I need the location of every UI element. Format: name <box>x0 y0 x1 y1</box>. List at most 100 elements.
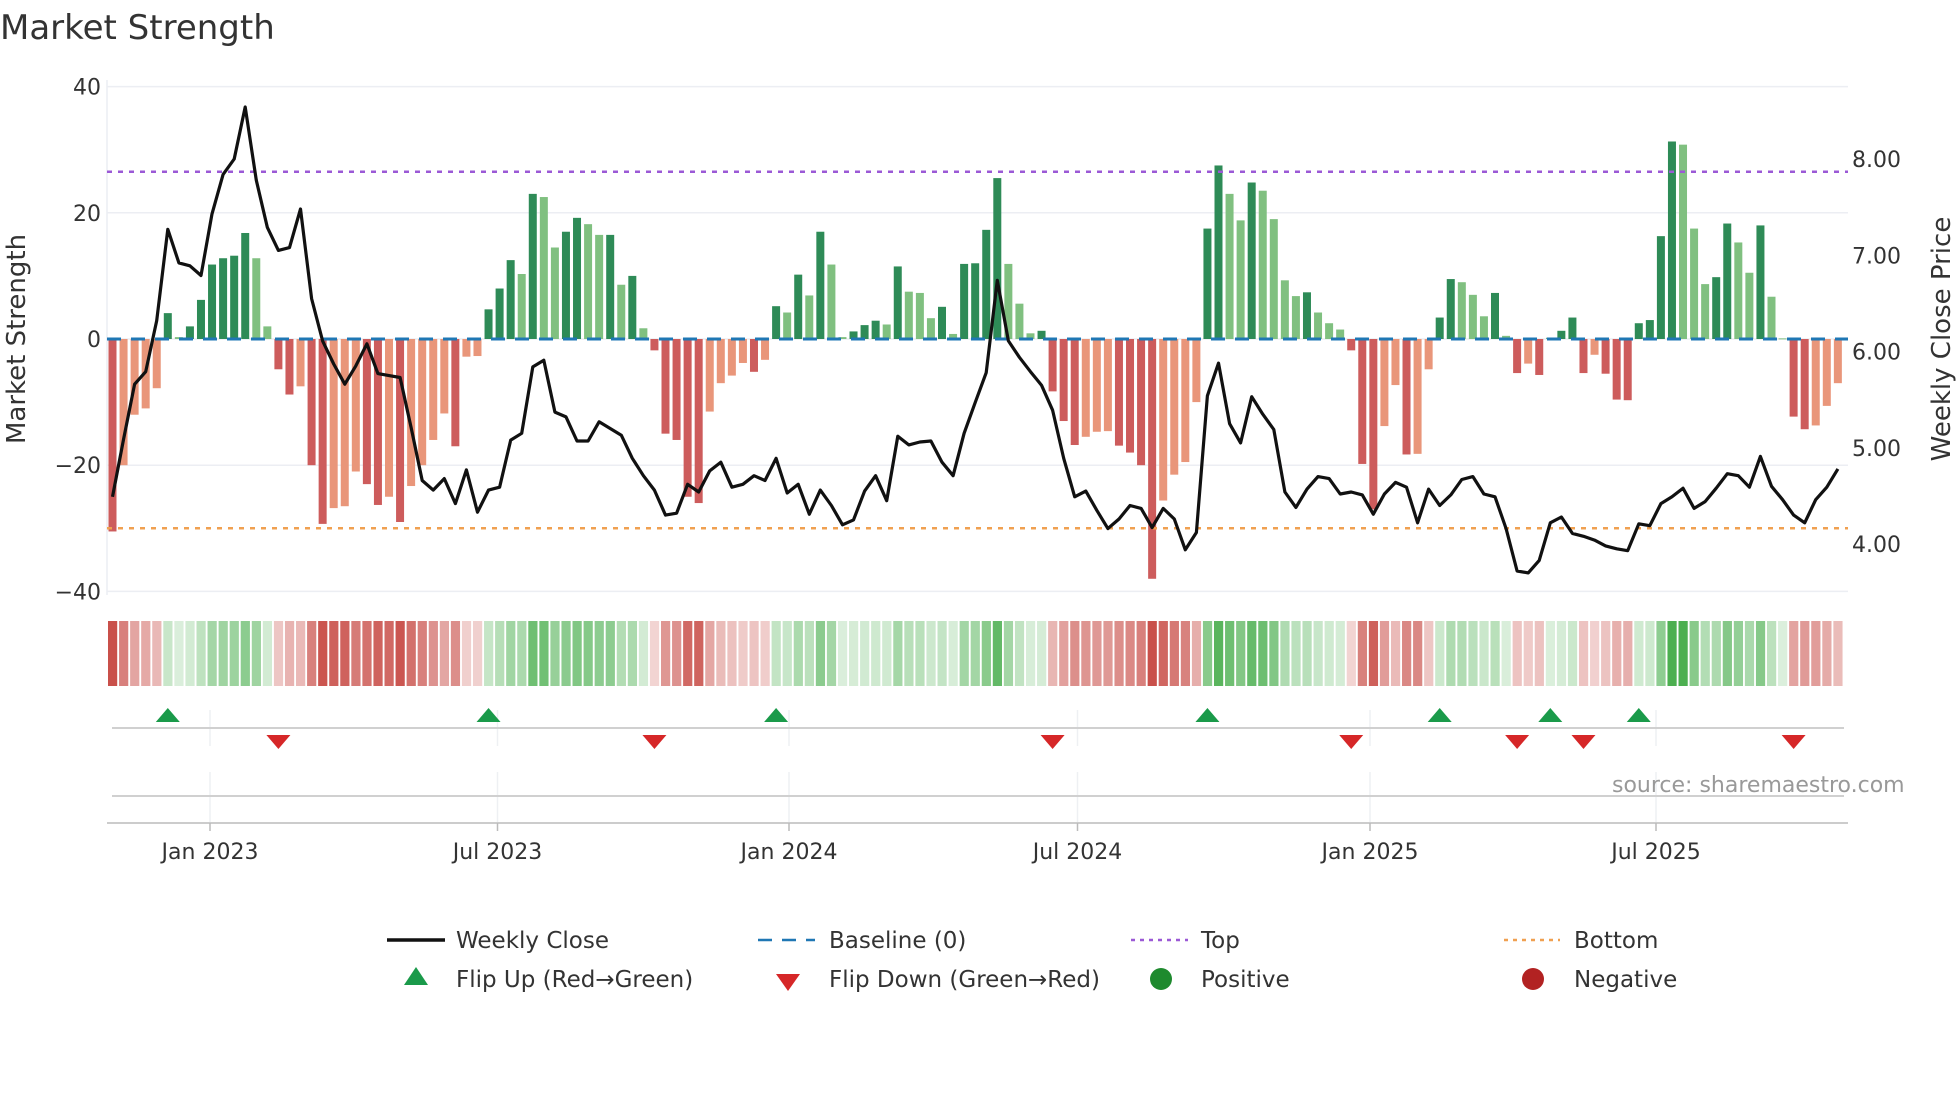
y2-tick-label: 6.00 <box>1852 341 1901 366</box>
strength-bar <box>1789 339 1798 417</box>
legend-negative[interactable]: Negative <box>1522 967 1677 993</box>
strength-bar <box>1070 339 1079 446</box>
heat-cell <box>1457 621 1467 686</box>
strength-bar <box>628 275 637 339</box>
heat-cell <box>760 621 770 686</box>
heat-cell <box>970 621 980 686</box>
heat-cell <box>1490 621 1500 686</box>
heat-cell <box>362 621 372 686</box>
heat-cell <box>904 621 914 686</box>
heat-cell <box>351 621 361 686</box>
strength-bar <box>738 339 747 363</box>
heat-cell <box>340 621 350 686</box>
flip-up-marker <box>764 708 789 722</box>
heat-cell <box>229 621 239 686</box>
strength-bar <box>550 247 559 339</box>
heat-cell <box>1225 621 1235 686</box>
heat-cell <box>1545 621 1555 686</box>
strength-bar <box>1358 339 1367 464</box>
heat-cell <box>1202 621 1213 686</box>
heat-cell <box>1291 621 1301 686</box>
strength-bar <box>1778 338 1787 340</box>
heat-cell <box>561 621 571 686</box>
strength-bar <box>1280 280 1289 339</box>
strength-bar <box>1126 339 1135 453</box>
legend-baseline[interactable]: Baseline (0) <box>758 928 966 954</box>
flip-up-marker <box>1427 708 1452 722</box>
heat-cell <box>141 621 151 686</box>
heat-cell <box>1567 621 1578 686</box>
heat-cell <box>1180 621 1191 686</box>
strength-bar <box>296 339 305 387</box>
strength-bar <box>1413 339 1422 454</box>
strength-bar <box>1645 320 1654 339</box>
strength-bar <box>749 339 758 372</box>
heat-cell <box>1689 621 1699 686</box>
heat-cell <box>1833 621 1843 686</box>
heat-cell <box>992 621 1002 686</box>
heat-cell <box>1700 621 1710 686</box>
x-tick-label: Jul 2023 <box>451 840 543 865</box>
strength-bar <box>539 197 548 339</box>
strength-bar <box>1822 339 1831 406</box>
heat-cell <box>1048 621 1058 686</box>
strength-bar <box>1756 225 1765 339</box>
strength-bar <box>1656 236 1665 339</box>
strength-bar <box>1634 323 1643 339</box>
heat-cell <box>185 621 195 686</box>
y-tick-label: 0 <box>87 328 101 353</box>
strength-bar <box>484 309 493 339</box>
legend-label: Flip Down (Green→Red) <box>829 967 1100 993</box>
heat-cell <box>1059 621 1069 686</box>
strength-bar <box>528 193 537 339</box>
legend-positive[interactable]: Positive <box>1150 967 1290 993</box>
heat-cell <box>1014 621 1025 686</box>
strength-bar <box>1623 339 1632 401</box>
strength-bar <box>1491 292 1499 339</box>
heat-cell <box>1214 621 1224 686</box>
y-axis-label: Market Strength <box>2 234 32 444</box>
strength-bar <box>274 339 283 370</box>
legend-top[interactable]: Top <box>1131 928 1240 954</box>
heat-cell <box>406 621 416 686</box>
heat-cell <box>1767 621 1777 686</box>
strength-bar <box>252 258 261 339</box>
heat-cell <box>174 621 184 686</box>
heat-cell <box>439 621 449 686</box>
strength-bar <box>1258 190 1267 339</box>
strength-bar <box>318 339 327 524</box>
heat-cell <box>1136 621 1146 686</box>
heat-cell <box>1811 621 1821 686</box>
heat-cell <box>1656 621 1666 686</box>
legend-label: Weekly Close <box>456 928 609 954</box>
y2-axis-label: Weekly Close Price <box>1927 217 1957 462</box>
heat-cell <box>550 621 560 686</box>
heat-cell <box>572 621 582 686</box>
heat-cell <box>1402 621 1412 686</box>
heat-cell <box>1800 621 1810 686</box>
heat-cell <box>627 621 638 686</box>
legend-flip-down[interactable]: Flip Down (Green→Red) <box>776 967 1100 993</box>
heat-cell <box>1424 621 1434 686</box>
heat-cell <box>1357 621 1367 686</box>
strength-bar <box>694 339 703 504</box>
heat-cell <box>871 621 881 686</box>
heat-cell <box>1435 621 1445 686</box>
legend-weekly-close[interactable]: Weekly Close <box>387 928 609 954</box>
heat-cell <box>1789 621 1799 686</box>
heat-cell <box>506 621 516 686</box>
strength-bar <box>672 339 681 440</box>
heat-cell <box>1744 621 1755 686</box>
legend-bottom[interactable]: Bottom <box>1504 928 1658 954</box>
legend-flip-up[interactable]: Flip Up (Red→Green) <box>404 967 693 993</box>
heat-cell <box>307 621 317 686</box>
heat-cell <box>1778 621 1788 686</box>
heat-cell <box>1125 621 1135 686</box>
strength-bar <box>1535 339 1544 375</box>
heat-cell <box>594 621 604 686</box>
strength-bar <box>418 339 427 466</box>
legend-label: Positive <box>1201 967 1290 993</box>
heat-cell <box>959 621 969 686</box>
heat-cell <box>1302 621 1312 686</box>
heat-cell <box>1667 621 1677 686</box>
